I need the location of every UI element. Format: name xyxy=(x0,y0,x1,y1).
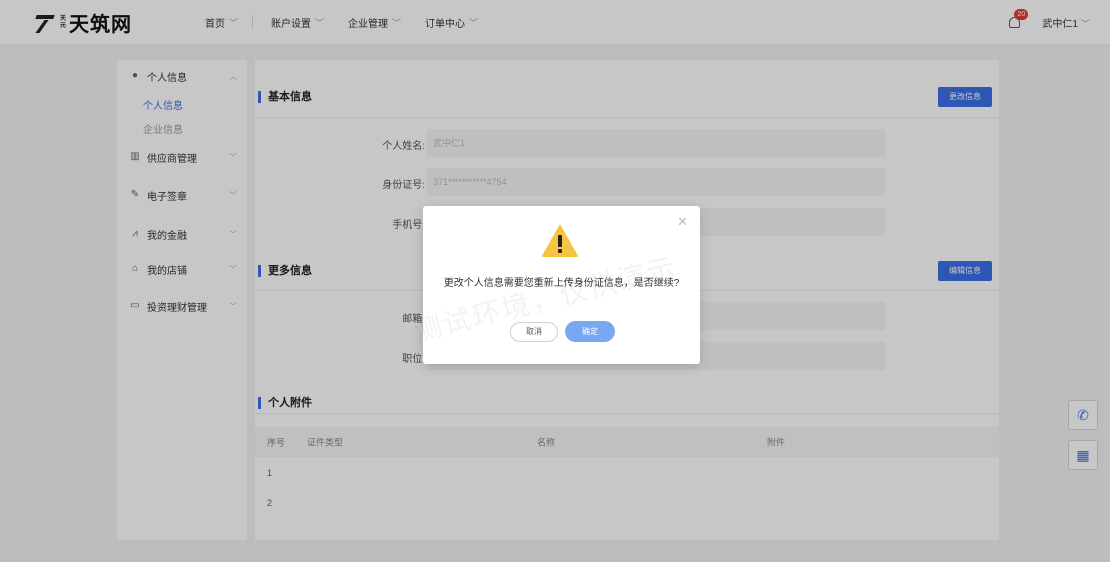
dialog-message: 更改个人信息需要您重新上传身份证信息，是否继续? xyxy=(443,278,680,289)
cancel-button[interactable]: 取消 xyxy=(510,322,558,342)
close-icon[interactable]: ✕ xyxy=(677,214,688,230)
confirm-button[interactable]: 确定 xyxy=(565,321,615,342)
confirm-dialog: ✕ 更改个人信息需要您重新上传身份证信息，是否继续? 取消 确定 xyxy=(423,206,700,364)
warning-icon xyxy=(542,225,578,257)
